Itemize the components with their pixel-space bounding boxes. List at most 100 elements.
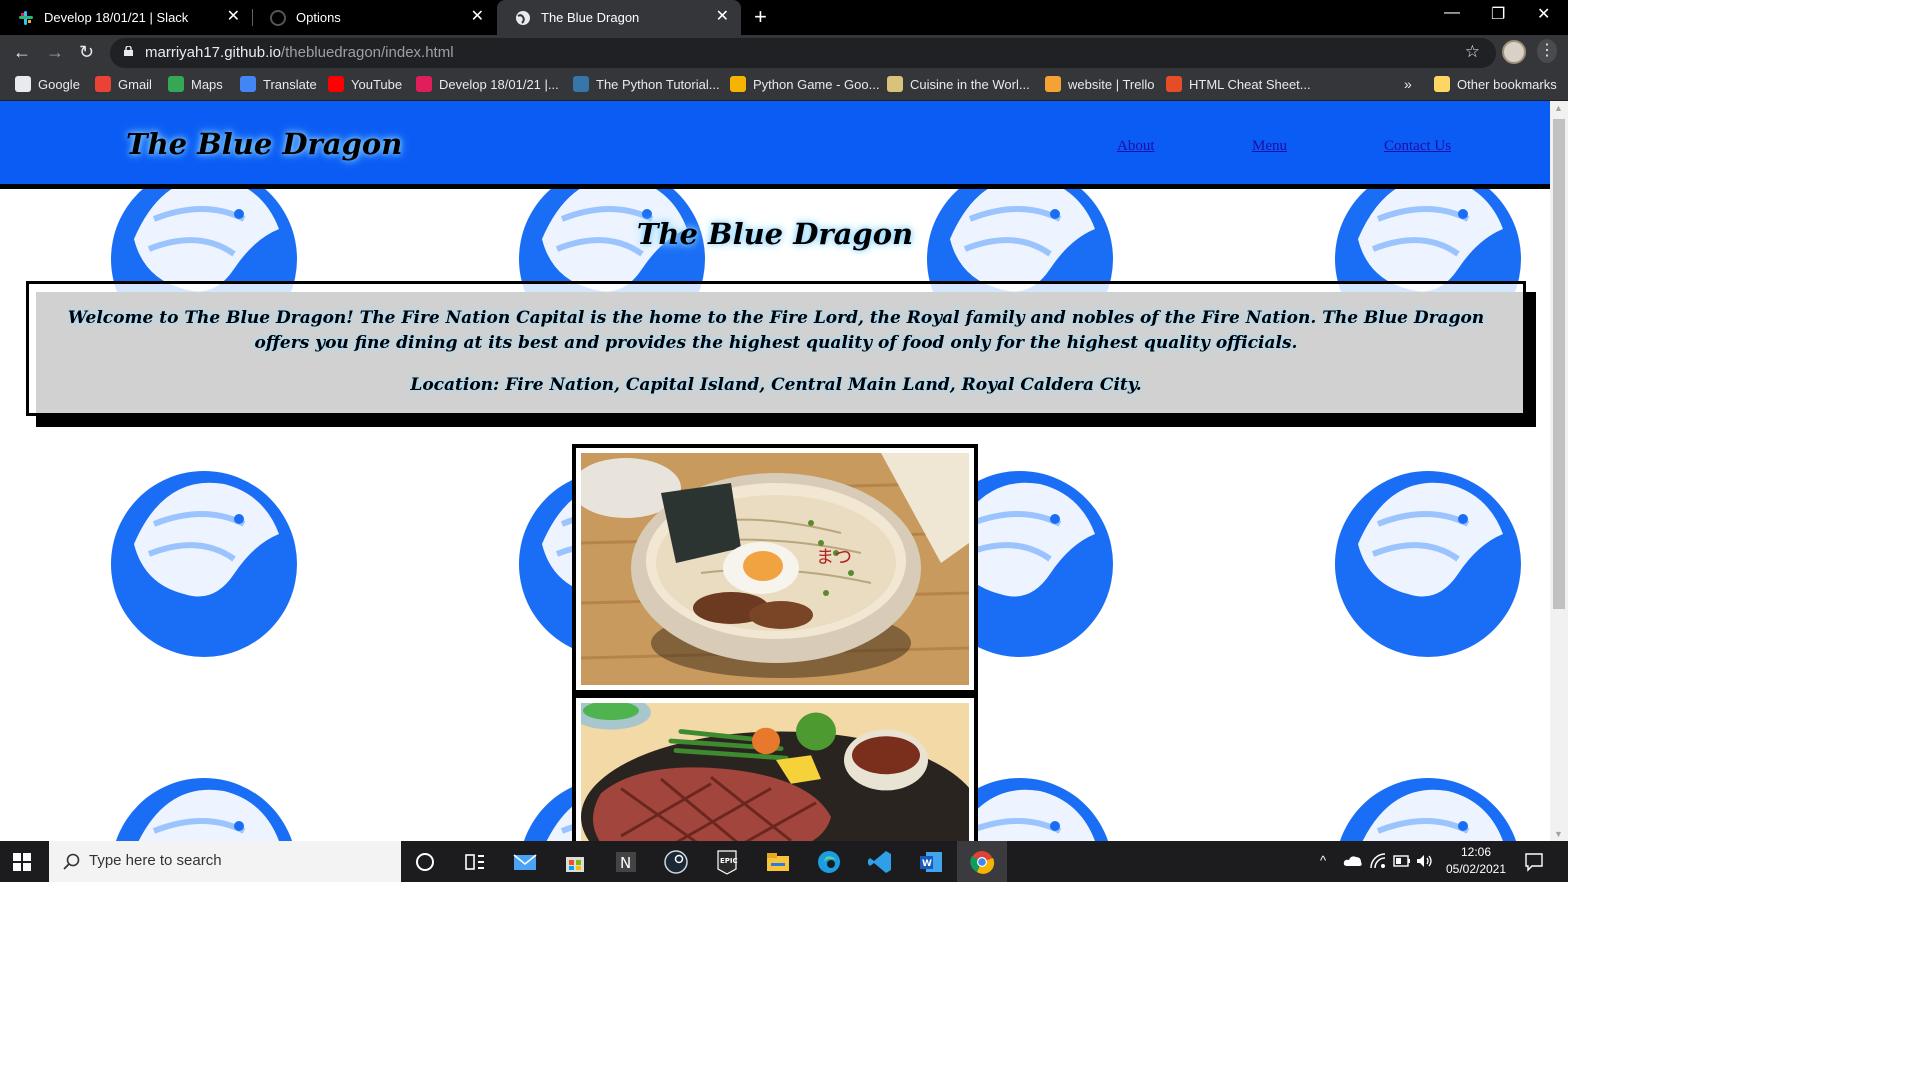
task-view-icon[interactable] bbox=[462, 849, 488, 875]
google-icon bbox=[15, 76, 31, 92]
github-icon bbox=[270, 9, 286, 26]
reload-icon[interactable]: ↻ bbox=[79, 42, 94, 62]
globe-icon bbox=[515, 10, 531, 26]
slides-icon bbox=[730, 76, 746, 92]
vscode-icon[interactable] bbox=[867, 849, 893, 875]
search-icon bbox=[63, 853, 80, 870]
close-tab-icon[interactable]: ✕ bbox=[716, 9, 729, 25]
profile-avatar[interactable] bbox=[1502, 40, 1526, 64]
tab-blue-dragon[interactable]: The Blue Dragon ✕ bbox=[497, 0, 741, 35]
bookmark-item[interactable]: YouTube bbox=[328, 76, 402, 92]
tab-title: Develop 18/01/21 | Slack bbox=[44, 10, 189, 25]
battery-icon[interactable] bbox=[1393, 855, 1411, 867]
html-icon bbox=[1166, 76, 1182, 92]
bookmark-label: Google bbox=[38, 76, 80, 92]
tab-strip: Develop 18/01/21 | Slack ✕ Options ✕ The… bbox=[0, 0, 1568, 35]
taskbar-clock[interactable]: 12:06 05/02/2021 bbox=[1441, 844, 1511, 878]
url-path: /thebluedragon/index.html bbox=[280, 44, 454, 61]
bookmark-label: The Python Tutorial... bbox=[596, 76, 720, 92]
menu-dots-icon[interactable]: ⋮ bbox=[1537, 39, 1557, 63]
svg-text:N: N bbox=[620, 854, 631, 872]
tab-slack[interactable]: Develop 18/01/21 | Slack ✕ bbox=[0, 0, 252, 35]
welcome-box: Welcome to The Blue Dragon! The Fire Nat… bbox=[26, 281, 1526, 416]
cortana-icon[interactable] bbox=[412, 849, 438, 875]
tray-chevron-icon[interactable]: ^ bbox=[1320, 853, 1326, 868]
site-brand[interactable]: The Blue Dragon bbox=[126, 127, 402, 161]
windows-start-icon[interactable] bbox=[13, 853, 31, 871]
bookmark-label: website | Trello bbox=[1068, 76, 1155, 92]
youtube-icon bbox=[328, 76, 344, 92]
tab-options[interactable]: Options ✕ bbox=[252, 0, 496, 35]
steak-image bbox=[571, 695, 981, 841]
bookmark-label: Develop 18/01/21 |... bbox=[439, 76, 559, 92]
url-text: marriyah17.github.io/thebluedragon/index… bbox=[145, 44, 454, 61]
other-bookmarks[interactable]: Other bookmarks bbox=[1434, 76, 1557, 92]
bookmark-item[interactable]: Python Game - Goo... bbox=[730, 76, 879, 92]
close-window-icon[interactable]: ✕ bbox=[1537, 4, 1550, 24]
windows-taskbar: Type here to search N EPIC W ^ 12:06 05/… bbox=[0, 841, 1568, 882]
clock-time: 12:06 bbox=[1460, 845, 1492, 859]
bookmark-label: Python Game - Goo... bbox=[753, 76, 880, 92]
forward-icon[interactable]: → bbox=[46, 42, 64, 62]
minimize-icon[interactable]: — bbox=[1444, 4, 1460, 22]
svg-text:W: W bbox=[922, 859, 932, 869]
bookmark-item[interactable]: HTML Cheat Sheet... bbox=[1166, 76, 1311, 92]
dragon-logo bbox=[115, 778, 293, 841]
more-bookmarks-icon[interactable]: » bbox=[1404, 76, 1412, 92]
translate-icon bbox=[240, 76, 256, 92]
notifications-icon[interactable] bbox=[1524, 852, 1544, 872]
bookmark-item[interactable]: Cuisine in the Worl... bbox=[887, 76, 1030, 92]
notion-icon[interactable]: N bbox=[613, 849, 639, 875]
bookmark-item[interactable]: The Python Tutorial... bbox=[573, 76, 720, 92]
scroll-down-icon[interactable]: ▼ bbox=[1554, 829, 1563, 839]
bookmark-label: Translate bbox=[263, 76, 317, 92]
python-icon bbox=[573, 76, 589, 92]
scrollbar-thumb[interactable] bbox=[1553, 119, 1565, 609]
bookmark-item[interactable]: website | Trello bbox=[1045, 76, 1154, 92]
bookmark-item[interactable]: Maps bbox=[168, 76, 223, 92]
store-icon[interactable] bbox=[562, 849, 588, 875]
slack-icon bbox=[416, 76, 432, 92]
close-tab-icon[interactable]: ✕ bbox=[227, 9, 240, 25]
back-icon[interactable]: ← bbox=[13, 42, 31, 62]
clock-date: 05/02/2021 bbox=[1445, 862, 1507, 876]
ramen-image: まつ bbox=[571, 453, 970, 685]
new-tab-icon[interactable]: + bbox=[754, 6, 767, 28]
bookmark-item[interactable]: Gmail bbox=[95, 76, 152, 92]
file-explorer-icon[interactable] bbox=[765, 849, 791, 875]
wifi-icon[interactable] bbox=[1370, 853, 1386, 869]
bookmark-label: HTML Cheat Sheet... bbox=[1189, 76, 1311, 92]
bookmarks-bar: » Other bookmarks Google Gmail Maps Transla… bbox=[0, 71, 1568, 101]
wiki-icon bbox=[887, 76, 903, 92]
scroll-up-icon[interactable]: ▲ bbox=[1554, 103, 1563, 113]
bookmark-item[interactable]: Translate bbox=[240, 76, 317, 92]
address-bar[interactable]: marriyah17.github.io/thebluedragon/index… bbox=[110, 38, 1496, 68]
bookmark-star-icon[interactable]: ☆ bbox=[1465, 42, 1480, 62]
nav-contact[interactable]: Contact Us bbox=[1384, 138, 1451, 155]
page-viewport: The Blue Dragon About Menu Contact Us Th… bbox=[0, 101, 1550, 841]
page-scrollbar[interactable]: ▲ ▼ bbox=[1550, 101, 1568, 841]
bookmark-item[interactable]: Google bbox=[15, 76, 80, 92]
restore-icon[interactable]: ❐ bbox=[1491, 4, 1505, 24]
maps-icon bbox=[168, 76, 184, 92]
chrome-icon[interactable] bbox=[969, 849, 995, 875]
dragon-logo bbox=[1339, 778, 1517, 841]
nav-menu[interactable]: Menu bbox=[1252, 138, 1287, 155]
word-icon[interactable]: W bbox=[918, 849, 944, 875]
folder-icon bbox=[1434, 76, 1450, 92]
epic-games-icon[interactable]: EPIC bbox=[714, 849, 740, 875]
gmail-icon bbox=[95, 76, 111, 92]
mail-icon[interactable] bbox=[512, 849, 538, 875]
site-header: The Blue Dragon About Menu Contact Us bbox=[0, 101, 1550, 189]
close-tab-icon[interactable]: ✕ bbox=[471, 9, 484, 25]
bookmark-item[interactable]: Develop 18/01/21 |... bbox=[416, 76, 559, 92]
nav-about[interactable]: About bbox=[1117, 138, 1155, 155]
dish-card-steak bbox=[571, 694, 981, 841]
url-host: marriyah17.github.io bbox=[145, 44, 281, 61]
other-bookmarks-label: Other bookmarks bbox=[1457, 76, 1557, 92]
steam-icon[interactable] bbox=[663, 849, 689, 875]
edge-icon[interactable] bbox=[816, 849, 842, 875]
volume-icon[interactable] bbox=[1416, 854, 1434, 868]
taskbar-search[interactable]: Type here to search bbox=[49, 841, 401, 882]
onedrive-icon[interactable] bbox=[1343, 853, 1363, 867]
